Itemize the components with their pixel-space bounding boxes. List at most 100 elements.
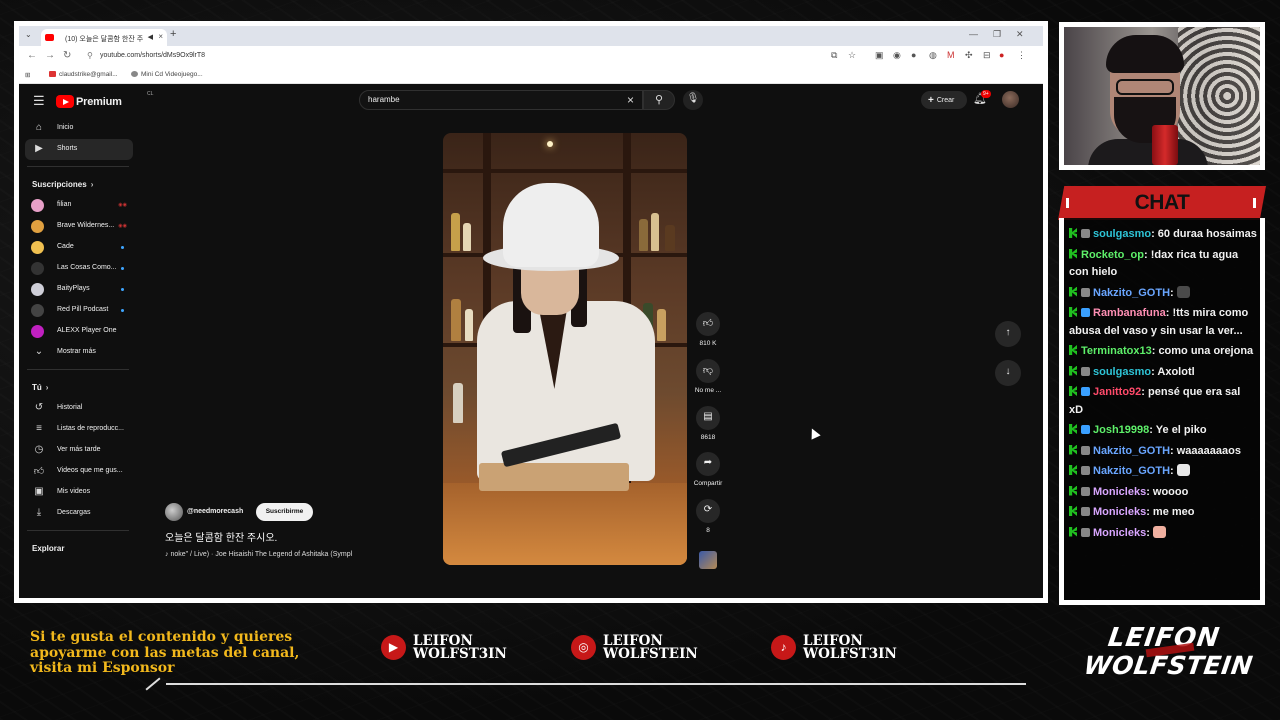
extension-icon[interactable]: ◍: [929, 50, 937, 61]
forward-icon[interactable]: →: [45, 50, 55, 61]
tab-bar: ⌄ (10) 오늘은 달콤함 한잔 주 ◀︎ × + — ❐ ✕: [19, 26, 1043, 46]
new-content-dot: [121, 288, 124, 291]
sound-thumbnail[interactable]: [699, 551, 717, 569]
browser-tab[interactable]: (10) 오늘은 달콤함 한잔 주 ◀︎ ×: [41, 29, 167, 46]
chat-message: Monicleks: me meo: [1069, 504, 1257, 522]
chat-message: Nakzito_GOTH:: [1069, 463, 1257, 481]
sidebar-item-brave-wilderness[interactable]: Brave Wildernes... ◉◉: [25, 216, 133, 237]
streamer-glasses: [1116, 79, 1174, 95]
back-icon[interactable]: ←: [27, 50, 37, 61]
kick-icon: [1069, 228, 1077, 238]
account-avatar[interactable]: [1002, 91, 1019, 108]
gmail-extension-icon[interactable]: M: [947, 50, 955, 60]
mouse-cursor-icon: [807, 426, 821, 440]
youtube-favicon-icon: [45, 34, 54, 41]
clear-search-icon[interactable]: ×: [627, 93, 634, 107]
bartender-face: [521, 265, 579, 315]
remix-button[interactable]: ⟳ 8: [693, 499, 723, 534]
sidebar-item-inicio[interactable]: ⌂ Inicio: [25, 118, 133, 139]
sidebar-item-cade[interactable]: Cade: [25, 237, 133, 258]
subscribe-button[interactable]: Suscribirme: [256, 503, 313, 521]
bookmark-gmail[interactable]: claudstrike@gmail...: [49, 71, 118, 78]
reload-icon[interactable]: ↻: [63, 50, 71, 61]
brand-logo: LEIFON WOLFSTEIN: [1082, 623, 1255, 690]
subscriptions-header[interactable]: Suscripciones ›: [25, 174, 133, 195]
extension-icon[interactable]: ⊟: [983, 50, 991, 61]
chat-username[interactable]: Josh19998: [1093, 424, 1149, 436]
site-info-icon[interactable]: ⚲: [87, 51, 93, 60]
profile-icon[interactable]: ●: [999, 50, 1004, 60]
kick-icon: [1069, 307, 1077, 317]
bookmark-star-icon[interactable]: ☆: [848, 50, 856, 61]
voice-search-button[interactable]: 🎙︎: [683, 90, 703, 110]
address-bar[interactable]: ⚲ youtube.com/shorts/dMs9Ox9lrT8: [83, 49, 853, 65]
bottle: [463, 223, 471, 251]
sidebar-item-baityplays[interactable]: BaityPlays: [25, 279, 133, 300]
youtube-premium-logo[interactable]: Premium CL: [56, 91, 153, 109]
music-ticker[interactable]: ♪ noke" / Live) · Joe Hisaishi The Legen…: [165, 551, 352, 558]
dislike-label: No me ...: [694, 387, 722, 394]
sidebar-item-playlists[interactable]: ≡ Listas de reproducc...: [25, 419, 133, 440]
chat-username[interactable]: Nakzito_GOTH: [1093, 445, 1170, 457]
channel-avatar[interactable]: [165, 503, 183, 521]
thumbs-up-icon: 👍︎: [696, 312, 720, 336]
sidebar-item-alexx-player-one[interactable]: ALEXX Player One: [25, 321, 133, 342]
show-more-button[interactable]: ⌄ Mostrar más: [25, 342, 133, 363]
sidebar-item-red-pill-podcast[interactable]: Red Pill Podcast: [25, 300, 133, 321]
speaker-icon[interactable]: ◀︎: [148, 33, 153, 41]
extension-icon[interactable]: ◉: [893, 50, 901, 61]
like-button[interactable]: 👍︎ 810 K: [693, 312, 723, 347]
search-input[interactable]: harambe ×: [359, 90, 643, 110]
channel-name[interactable]: @needmorecash: [187, 508, 243, 515]
search-button[interactable]: ⚲: [643, 90, 675, 110]
chat-username[interactable]: Nakzito_GOTH: [1093, 465, 1170, 477]
dislike-button[interactable]: 👎︎ No me ...: [693, 359, 723, 394]
share-button[interactable]: ➦ Compartir: [693, 452, 723, 487]
chat-username[interactable]: soulgasmo: [1093, 366, 1151, 378]
sidebar-item-liked-videos[interactable]: 👍︎ Videos que me gus...: [25, 461, 133, 482]
hamburger-menu-icon[interactable]: ☰: [33, 93, 45, 109]
sidebar-item-my-videos[interactable]: ▣ Mis videos: [25, 482, 133, 503]
next-short-button[interactable]: ↓: [995, 360, 1021, 386]
chat-username[interactable]: Monicleks: [1093, 506, 1146, 518]
restore-icon[interactable]: ❐: [993, 29, 1001, 40]
you-header[interactable]: Tú ›: [25, 377, 133, 398]
chat-badge-icon: [1081, 527, 1090, 537]
close-tab-icon[interactable]: ×: [158, 32, 163, 41]
menu-kebab-icon[interactable]: ⋮: [1017, 50, 1026, 61]
chat-username[interactable]: Janitto92: [1093, 386, 1141, 398]
chat-username[interactable]: Monicleks: [1093, 527, 1146, 539]
short-video-player[interactable]: [443, 133, 687, 565]
window-close-icon[interactable]: ✕: [1016, 29, 1024, 40]
tab-search-icon[interactable]: ⌄: [25, 30, 32, 39]
bookmark-minicd[interactable]: Mini Cd Videojuego...: [131, 71, 203, 78]
new-tab-icon[interactable]: +: [170, 28, 176, 40]
plus-icon: +: [928, 95, 934, 106]
chat-username[interactable]: Terminatox13: [1081, 345, 1152, 357]
explore-header: Explorar: [32, 544, 65, 553]
sidebar-item-historial[interactable]: ↺ Historial: [25, 398, 133, 419]
sidebar-item-downloads[interactable]: ⤓ Descargas: [25, 503, 133, 524]
create-button[interactable]: + Crear: [921, 91, 967, 109]
comments-button[interactable]: ▤ 8618: [693, 406, 723, 441]
region-code: CL: [147, 91, 154, 97]
sidebar-item-filian[interactable]: filian ◉◉: [25, 195, 133, 216]
previous-short-button[interactable]: ↑: [995, 321, 1021, 347]
install-icon[interactable]: ⧉: [831, 50, 837, 61]
chat-username[interactable]: Rambanafuna: [1093, 307, 1166, 319]
extension-icon[interactable]: ●: [911, 50, 916, 60]
sidebar-item-watch-later[interactable]: ◷ Ver más tarde: [25, 440, 133, 461]
chat-username[interactable]: Rocketo_op: [1081, 249, 1144, 261]
minimize-icon[interactable]: —: [969, 29, 978, 39]
chat-message: Josh19998: Ye el piko: [1069, 422, 1257, 440]
sidebar-item-shorts[interactable]: ▶︎ Shorts: [25, 139, 133, 160]
chat-username[interactable]: Monicleks: [1093, 486, 1146, 498]
puzzle-icon[interactable]: ✣: [965, 50, 973, 61]
chat-username[interactable]: soulgasmo: [1093, 228, 1151, 240]
extension-icon[interactable]: ▣: [875, 50, 884, 61]
chat-username[interactable]: Nakzito_GOTH: [1093, 287, 1170, 299]
chat-message: soulgasmo: 60 duraa hosaimas: [1069, 226, 1257, 244]
apps-grid-icon[interactable]: ⊞: [25, 71, 30, 79]
remix-icon: ⟳: [696, 499, 720, 523]
sidebar-item-las-cosas-como[interactable]: Las Cosas Como...: [25, 258, 133, 279]
